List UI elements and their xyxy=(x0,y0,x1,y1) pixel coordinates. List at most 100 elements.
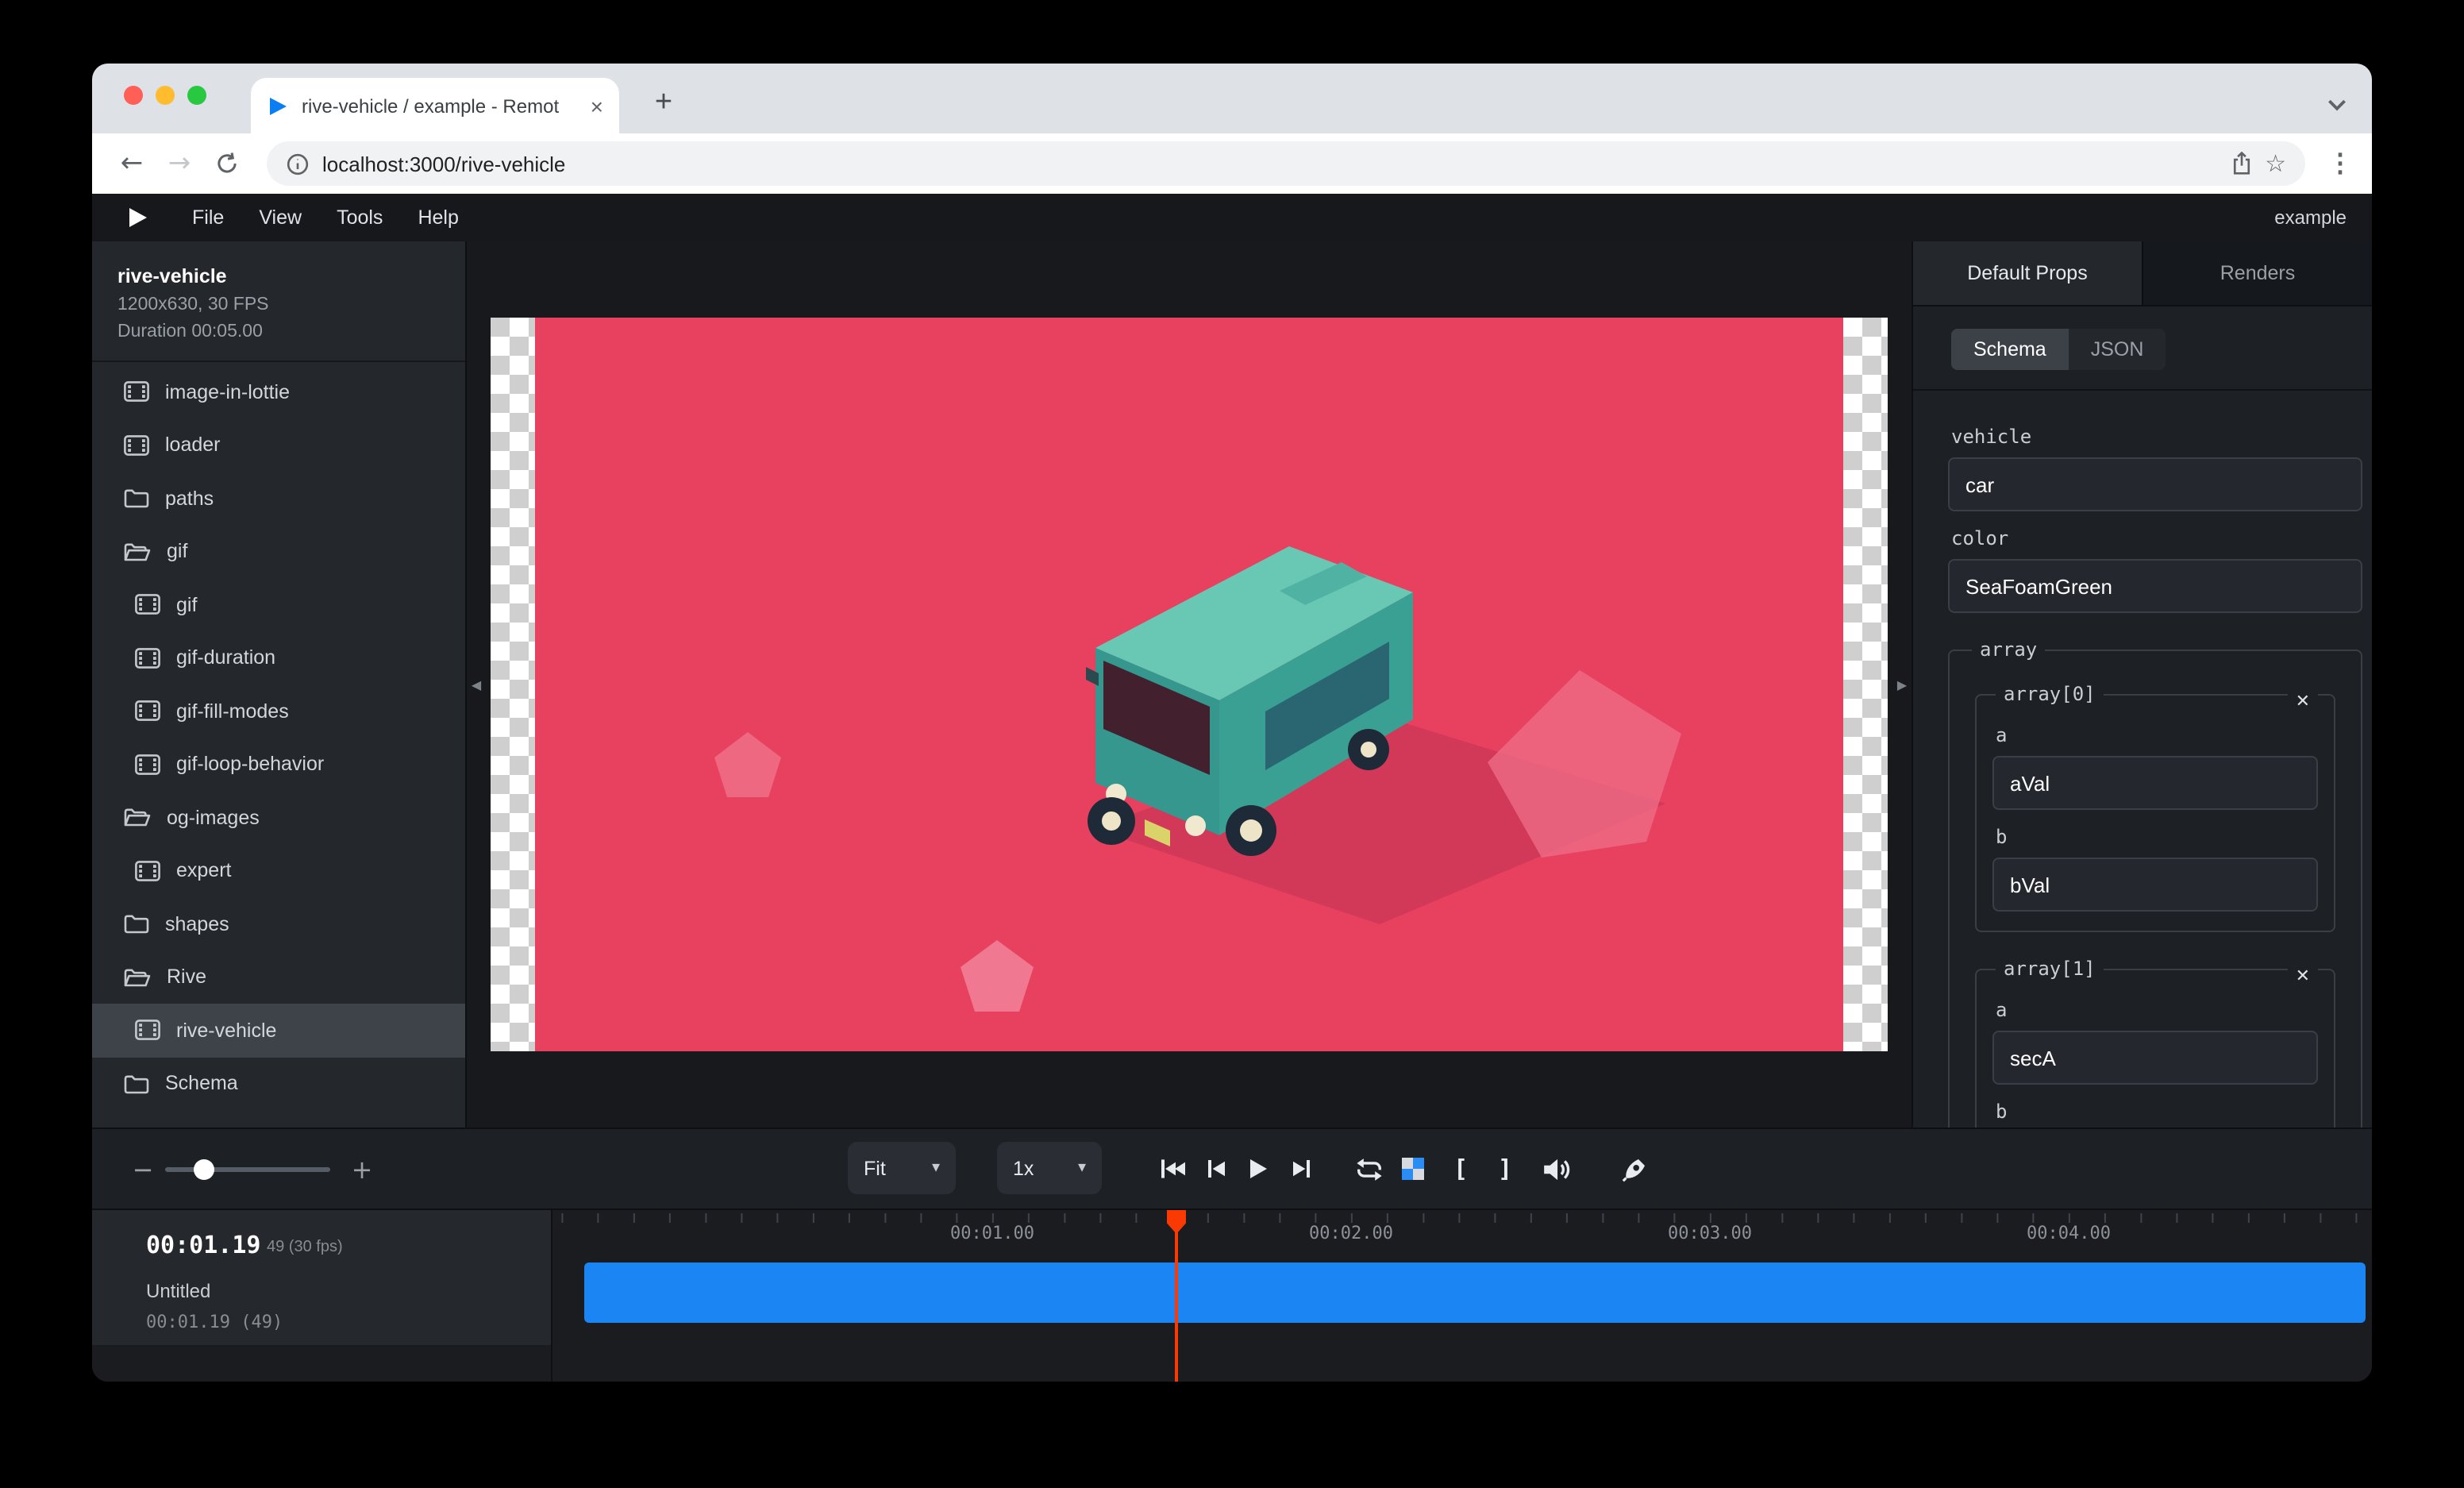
sidebar-item-gif[interactable]: gif xyxy=(92,525,465,578)
sidebar-item-label: expert xyxy=(176,860,232,882)
sidebar-item-shapes[interactable]: shapes xyxy=(92,897,465,950)
browser-tabstrip: rive-vehicle / example - Remot × + xyxy=(92,64,2372,133)
sidebar-item-label: Rive xyxy=(167,966,206,989)
composition-canvas xyxy=(491,318,1888,1051)
sidebar-item-gif-duration[interactable]: gif-duration xyxy=(92,631,465,684)
volume-icon[interactable] xyxy=(1537,1150,1575,1188)
remotion-favicon-icon xyxy=(267,94,289,117)
menu-help[interactable]: Help xyxy=(400,206,475,229)
back-button[interactable]: ← xyxy=(111,143,152,184)
timeline-track[interactable] xyxy=(584,1262,2366,1323)
render-rocket-icon[interactable] xyxy=(1616,1150,1654,1188)
menu-file[interactable]: File xyxy=(175,206,241,229)
array-item-0: array[0] ✕ a b xyxy=(1975,683,2335,932)
toggle-schema[interactable]: Schema xyxy=(1951,329,2069,370)
array-item-1: array[1] ✕ a b xyxy=(1975,958,2335,1128)
site-info-icon[interactable] xyxy=(286,152,310,175)
share-icon[interactable] xyxy=(2230,151,2252,176)
track-name: Untitled xyxy=(146,1280,210,1302)
close-window-button[interactable] xyxy=(124,86,143,105)
tab-default-props[interactable]: Default Props xyxy=(1913,241,2143,305)
tab-search-chevron-icon[interactable] xyxy=(2327,91,2347,119)
forward-button[interactable]: → xyxy=(159,143,200,184)
set-in-point-icon[interactable]: [ xyxy=(1442,1150,1480,1188)
project-label: example xyxy=(2274,206,2347,229)
menu-tools[interactable]: Tools xyxy=(319,206,400,229)
loop-icon[interactable] xyxy=(1349,1150,1388,1188)
sidebar-item-label: image-in-lottie xyxy=(165,381,290,403)
color-input[interactable] xyxy=(1948,559,2362,613)
playhead-marker[interactable] xyxy=(1167,1210,1186,1234)
sidebar-list: image-in-lottieloaderpathsgifgifgif-dura… xyxy=(92,362,465,1128)
remove-array-item-1-icon[interactable]: ✕ xyxy=(2288,966,2318,990)
zoom-slider[interactable] xyxy=(165,1167,330,1172)
toggle-json[interactable]: JSON xyxy=(2069,329,2166,370)
sidebar-item-Rive[interactable]: Rive xyxy=(92,950,465,1004)
new-tab-button[interactable]: + xyxy=(641,81,686,125)
folder-open-icon xyxy=(124,808,151,828)
sidebar-item-label: loader xyxy=(165,434,221,457)
vehicle-input[interactable] xyxy=(1948,457,2362,511)
speed-select-value: 1x xyxy=(1013,1157,1062,1179)
timeline: 00:01.19 49 (30 fps) Untitled 00:01.19 (… xyxy=(92,1209,2372,1382)
sidebar-item-expert[interactable]: expert xyxy=(92,844,465,897)
tab-close-icon[interactable]: × xyxy=(591,94,603,117)
film-icon xyxy=(135,595,160,615)
sidebar-item-gif-loop-behavior[interactable]: gif-loop-behavior xyxy=(92,738,465,791)
b-label: b xyxy=(1996,826,2318,848)
sidebar-item-gif-fill-modes[interactable]: gif-fill-modes xyxy=(92,684,465,738)
address-bar[interactable]: localhost:3000/rive-vehicle ☆ xyxy=(267,141,2305,186)
url-text[interactable]: localhost:3000/rive-vehicle xyxy=(322,152,2217,175)
collapse-right-sidebar-icon[interactable]: ▶ xyxy=(1892,661,1912,708)
reload-button[interactable] xyxy=(206,143,248,184)
fit-select[interactable]: Fit ▾ xyxy=(848,1142,956,1194)
chevron-down-icon: ▾ xyxy=(932,1159,940,1177)
zoom-slider-knob[interactable] xyxy=(194,1159,214,1180)
array-0-a-input[interactable] xyxy=(1992,756,2318,810)
sidebar-item-gif[interactable]: gif xyxy=(92,578,465,631)
schema-json-toggle: Schema JSON xyxy=(1913,306,2372,391)
browser-menu-icon[interactable]: ⋮ xyxy=(2327,148,2353,179)
ruler-label: 00:03.00 xyxy=(1668,1223,1752,1243)
tab-title: rive-vehicle / example - Remot xyxy=(302,94,581,117)
jump-to-end-icon[interactable] xyxy=(1283,1150,1321,1188)
a-label: a xyxy=(1996,724,2318,746)
collapse-left-sidebar-icon[interactable]: ◀ xyxy=(467,661,486,708)
menu-view[interactable]: View xyxy=(241,206,319,229)
zoom-out-button[interactable]: − xyxy=(124,1150,162,1188)
timeline-ruler[interactable]: 00:01.0000:02.0000:03.0000:04.00 xyxy=(552,1210,2372,1382)
ruler-label: 00:02.00 xyxy=(1309,1223,1393,1243)
minimize-window-button[interactable] xyxy=(156,86,175,105)
sidebar-item-label: rive-vehicle xyxy=(176,1020,276,1042)
playback-speed-select[interactable]: 1x ▾ xyxy=(997,1142,1102,1194)
play-icon[interactable] xyxy=(1238,1150,1276,1188)
array-0-b-input[interactable] xyxy=(1992,858,2318,912)
skip-to-start-icon[interactable] xyxy=(1153,1150,1191,1188)
composition-duration: Duration 00:05.00 xyxy=(117,322,440,341)
bookmark-star-icon[interactable]: ☆ xyxy=(2265,149,2286,178)
composition-info: rive-vehicle 1200x630, 30 FPS Duration 0… xyxy=(92,241,465,362)
sidebar-item-image-in-lottie[interactable]: image-in-lottie xyxy=(92,365,465,418)
set-out-point-icon[interactable]: ] xyxy=(1486,1150,1524,1188)
sidebar-item-rive-vehicle[interactable]: rive-vehicle xyxy=(92,1004,465,1057)
playhead-line[interactable] xyxy=(1175,1210,1178,1382)
fit-select-value: Fit xyxy=(864,1157,916,1179)
sidebar-item-loader[interactable]: loader xyxy=(92,418,465,472)
folder-icon xyxy=(124,488,149,509)
zoom-in-button[interactable]: + xyxy=(343,1150,381,1188)
browser-tab[interactable]: rive-vehicle / example - Remot × xyxy=(251,78,619,133)
sidebar-item-paths[interactable]: paths xyxy=(92,472,465,525)
previous-frame-icon[interactable] xyxy=(1197,1150,1235,1188)
preview-area: ◀ xyxy=(467,241,1912,1128)
chevron-down-icon: ▾ xyxy=(1078,1159,1086,1177)
remotion-logo-icon xyxy=(127,206,149,229)
transparency-checkerboard-icon[interactable] xyxy=(1394,1150,1432,1188)
van-illustration xyxy=(491,318,1888,1051)
sidebar-item-Schema[interactable]: Schema xyxy=(92,1057,465,1110)
array-1-a-input[interactable] xyxy=(1992,1031,2318,1085)
zoom-window-button[interactable] xyxy=(187,86,206,105)
tab-renders[interactable]: Renders xyxy=(2143,241,2372,305)
sidebar-item-og-images[interactable]: og-images xyxy=(92,791,465,844)
remove-array-item-0-icon[interactable]: ✕ xyxy=(2288,691,2318,715)
traffic-lights xyxy=(124,86,206,105)
